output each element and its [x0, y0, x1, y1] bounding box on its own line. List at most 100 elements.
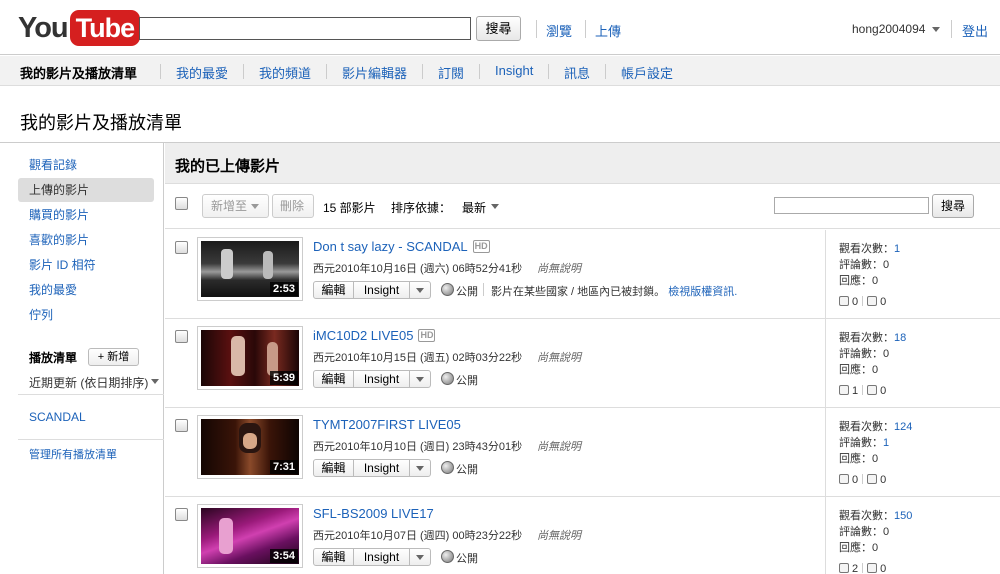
rating-counts: 20 [839, 563, 886, 574]
views-value[interactable]: 150 [894, 510, 912, 522]
chevron-down-icon[interactable] [491, 204, 499, 209]
nav-my-videos[interactable]: 我的影片及播放清單 [20, 63, 137, 82]
video-title[interactable]: iMC10D2 LIVE05 HD [313, 328, 436, 343]
video-title[interactable]: TYMT2007FIRST LIVE05 [313, 417, 461, 432]
sidebar-item-uploads[interactable]: 上傳的影片 [18, 178, 154, 202]
video-stats: 觀看次數：124 評論數：1 回應：0 00 [825, 408, 1000, 497]
replies-value: 0 [872, 275, 879, 287]
video-checkbox[interactable] [175, 241, 188, 254]
sidebar-item-history[interactable]: 觀看記錄 [18, 153, 154, 177]
video-row: 5:39 iMC10D2 LIVE05 HD 西元2010年10月15日 (週五)… [165, 319, 1000, 408]
insight-button[interactable]: Insight [353, 548, 410, 566]
video-title-text[interactable]: iMC10D2 LIVE05 [313, 328, 413, 343]
uploads-search-button[interactable]: 搜尋 [932, 194, 974, 218]
chevron-down-icon[interactable] [151, 379, 159, 384]
nav-favorites[interactable]: 我的最愛 [176, 63, 228, 82]
video-checkbox[interactable] [175, 330, 188, 343]
search-button[interactable]: 搜尋 [476, 16, 521, 41]
chevron-down-icon[interactable] [932, 27, 940, 32]
hd-badge: HD [472, 240, 490, 253]
sort-select[interactable]: 最新 [462, 199, 486, 216]
thumbs-down-icon [867, 563, 878, 573]
select-all-checkbox[interactable] [175, 197, 188, 210]
nav-subscriptions[interactable]: 訂閱 [438, 63, 464, 82]
video-title[interactable]: SFL-BS2009 LIVE17 [313, 506, 434, 521]
comment-count: 評論數：0 [839, 345, 889, 361]
add-to-button[interactable]: 新增至 [202, 194, 269, 218]
more-options-button[interactable] [409, 459, 431, 477]
nav-video-editor[interactable]: 影片編輯器 [342, 63, 407, 82]
nav-insight[interactable]: Insight [495, 63, 533, 78]
manage-playlists-link[interactable]: 管理所有播放清單 [29, 446, 117, 462]
views-value[interactable]: 124 [894, 421, 912, 433]
video-thumbnail[interactable]: 2:53 [197, 237, 303, 301]
sidebar-item-queue[interactable]: 佇列 [18, 303, 154, 327]
divider [243, 64, 244, 79]
upload-link[interactable]: 上傳 [595, 21, 621, 40]
divider [479, 64, 480, 79]
privacy-status: 公開 [456, 553, 478, 565]
username-menu[interactable]: hong2004094 [852, 22, 925, 36]
video-title-text[interactable]: TYMT2007FIRST LIVE05 [313, 417, 461, 432]
edit-button[interactable]: 編輯 [313, 370, 354, 388]
search-input[interactable] [139, 17, 471, 40]
edit-button[interactable]: 編輯 [313, 281, 354, 299]
edit-button[interactable]: 編輯 [313, 548, 354, 566]
playlist-item-scandal[interactable]: SCANDAL [29, 410, 86, 424]
video-stats: 觀看次數：18 評論數：0 回應：0 10 [825, 319, 1000, 408]
new-playlist-button[interactable]: + 新增 [88, 348, 139, 366]
video-thumbnail[interactable]: 3:54 [197, 504, 303, 568]
sort-label: 排序依據： [391, 201, 452, 215]
dislikes-value: 0 [880, 563, 887, 574]
playlist-sort-select[interactable]: 近期更新 (依日期排序) [29, 374, 148, 391]
video-date: 西元2010年10月15日 (週五) 02時03分22秒 [313, 352, 523, 364]
video-checkbox[interactable] [175, 508, 188, 521]
browse-link[interactable]: 瀏覽 [546, 21, 572, 40]
insight-button[interactable]: Insight [353, 281, 410, 299]
views-value[interactable]: 1 [894, 243, 900, 255]
video-description: 尚無說明 [537, 263, 581, 275]
divider [326, 64, 327, 79]
video-description: 尚無說明 [537, 441, 581, 453]
video-row: 3:54 SFL-BS2009 LIVE17 西元2010年10月07日 (週四… [165, 497, 1000, 574]
signout-link[interactable]: 登出 [962, 21, 988, 40]
sidebar-item-liked[interactable]: 喜歡的影片 [18, 228, 154, 252]
comments-value[interactable]: 1 [883, 437, 889, 449]
video-title-text[interactable]: Don t say lazy - SCANDAL [313, 239, 468, 254]
video-thumbnail[interactable]: 5:39 [197, 326, 303, 390]
video-checkbox[interactable] [175, 419, 188, 432]
insight-button[interactable]: Insight [353, 459, 410, 477]
nav-messages[interactable]: 訊息 [564, 63, 590, 82]
replies-value: 0 [872, 364, 879, 376]
nav-my-channel[interactable]: 我的頻道 [259, 63, 311, 82]
youtube-logo[interactable]: You Tube [18, 10, 141, 46]
divider [862, 474, 864, 484]
nav-account-settings[interactable]: 帳戶設定 [621, 63, 673, 82]
insight-button[interactable]: Insight [353, 370, 410, 388]
account-nav: 我的影片及播放清單 我的最愛 我的頻道 影片編輯器 訂閱 Insight 訊息 … [0, 56, 1000, 86]
playlists-heading: 播放清單 [29, 351, 78, 365]
views-value[interactable]: 18 [894, 332, 906, 344]
sidebar-item-favorites[interactable]: 我的最愛 [18, 278, 154, 302]
sidebar-item-purchases[interactable]: 購買的影片 [18, 203, 154, 227]
edit-button[interactable]: 編輯 [313, 459, 354, 477]
video-thumbnail[interactable]: 7:31 [197, 415, 303, 479]
video-title-text[interactable]: SFL-BS2009 LIVE17 [313, 506, 434, 521]
sidebar-item-content-id[interactable]: 影片 ID 相符 [18, 253, 154, 277]
privacy-status: 公開 [456, 375, 478, 387]
uploads-search-input[interactable] [774, 197, 929, 214]
thumbs-up-icon [839, 474, 849, 484]
reply-count: 回應：0 [839, 272, 878, 288]
rating-counts: 00 [839, 296, 886, 308]
video-row: 7:31 TYMT2007FIRST LIVE05 西元2010年10月10日 … [165, 408, 1000, 497]
divider [951, 20, 952, 38]
more-options-button[interactable] [409, 281, 431, 299]
more-options-button[interactable] [409, 370, 431, 388]
video-duration: 5:39 [269, 371, 298, 385]
video-title[interactable]: Don t say lazy - SCANDAL HD [313, 239, 490, 254]
divider [18, 394, 164, 395]
thumbs-down-icon [867, 385, 878, 395]
more-options-button[interactable] [409, 548, 431, 566]
copyright-info-link[interactable]: 檢視版權資訊. [668, 286, 737, 298]
delete-button[interactable]: 刪除 [272, 194, 314, 218]
